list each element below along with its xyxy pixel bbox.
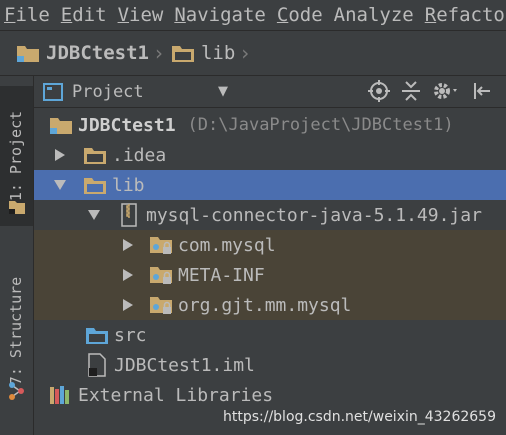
tree-item-package-org-gjt-mm-mysql[interactable]: org.gjt.mm.mysql [34, 290, 506, 320]
locate-icon[interactable] [368, 80, 390, 102]
expand-arrow-icon[interactable] [50, 148, 70, 162]
menu-navigate[interactable]: Navigate [170, 4, 273, 26]
jar-archive-icon [116, 203, 142, 227]
tree-item-iml-file[interactable]: JDBCtest1.iml [34, 350, 506, 380]
menu-view[interactable]: View [114, 4, 171, 26]
module-file-icon [84, 353, 110, 377]
chevron-right-icon: › [154, 41, 163, 65]
project-tree: JDBCtest1 (D:\JavaProject\JDBCtest1) .id… [34, 108, 506, 435]
watermark: https://blog.csdn.net/weixin_43262659 [222, 409, 496, 425]
menu-code[interactable]: Code [273, 4, 330, 26]
package-lock-icon [148, 293, 174, 317]
project-folder-icon [48, 113, 74, 137]
project-folder-icon [17, 46, 39, 62]
dropdown-arrow-icon: ▼ [218, 84, 228, 99]
tree-item-lib[interactable]: lib [34, 170, 506, 200]
gear-icon[interactable] [432, 80, 462, 102]
expand-arrow-icon[interactable] [118, 238, 138, 252]
menu-edit[interactable]: Edit [57, 4, 114, 26]
breadcrumb-item-project[interactable]: JDBCtest1 [16, 42, 149, 64]
tool-window-strip: 1: Project 7: Structure [0, 76, 34, 435]
tree-item-src[interactable]: src [34, 320, 506, 350]
folder-icon [82, 173, 108, 197]
tree-item-jar[interactable]: mysql-connector-java-5.1.49.jar [34, 200, 506, 230]
hide-panel-icon[interactable] [472, 80, 492, 102]
breadcrumb: JDBCtest1 › lib › [0, 30, 506, 76]
expand-arrow-icon[interactable] [118, 268, 138, 282]
menu-refactor[interactable]: Refactor [421, 4, 506, 26]
project-tab-icon [9, 201, 25, 214]
tree-item-root[interactable]: JDBCtest1 (D:\JavaProject\JDBCtest1) [34, 110, 506, 140]
folder-icon [82, 143, 108, 167]
collapse-arrow-icon[interactable] [84, 209, 104, 221]
collapse-arrow-icon[interactable] [50, 179, 70, 191]
menu-bar: File Edit View Navigate Code Analyze Ref… [0, 0, 506, 30]
project-view-icon [43, 82, 63, 101]
structure-tab-icon [9, 382, 24, 400]
tree-item-idea[interactable]: .idea [34, 140, 506, 170]
tree-item-external-libraries[interactable]: External Libraries [34, 380, 506, 410]
tree-item-package-com-mysql[interactable]: com.mysql [34, 230, 506, 260]
folder-icon [171, 46, 194, 62]
menu-file[interactable]: File [0, 4, 57, 26]
tree-item-package-meta-inf[interactable]: META-INF [34, 260, 506, 290]
project-panel-header: Project ▼ [34, 76, 506, 108]
menu-analyze[interactable]: Analyze [330, 4, 421, 26]
breadcrumb-item-lib[interactable]: lib [171, 42, 235, 64]
project-view-selector[interactable]: Project ▼ [42, 79, 234, 105]
expand-arrow-icon[interactable] [118, 298, 138, 312]
collapse-all-icon[interactable] [400, 80, 422, 102]
libraries-icon [48, 383, 74, 407]
chevron-right-icon: › [241, 41, 250, 65]
package-lock-icon [148, 233, 174, 257]
package-lock-icon [148, 263, 174, 287]
source-folder-icon [84, 323, 110, 347]
